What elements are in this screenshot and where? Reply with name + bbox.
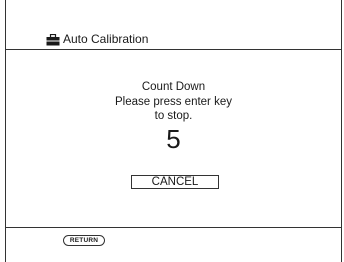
countdown-number: 5 bbox=[166, 123, 181, 154]
toolbox-icon bbox=[46, 33, 60, 46]
screen-header: Auto Calibration bbox=[6, 30, 341, 50]
dialog-heading: Count Down bbox=[141, 81, 206, 93]
cancel-button[interactable]: CANCEL bbox=[131, 175, 219, 189]
calibration-screen: Auto Calibration Count Down Please press… bbox=[0, 0, 344, 262]
dialog-instruction-line-1: Please press enter key bbox=[115, 95, 232, 108]
page-title: Auto Calibration bbox=[63, 32, 149, 46]
dialog-instruction-line-2: to stop. bbox=[154, 110, 193, 122]
frame-right-border bbox=[341, 0, 342, 262]
return-button[interactable]: RETURN bbox=[63, 235, 105, 246]
footer-divider bbox=[6, 227, 341, 228]
header-divider bbox=[6, 49, 341, 50]
countdown-dialog: Count Down Please press enter key to sto… bbox=[6, 80, 341, 152]
